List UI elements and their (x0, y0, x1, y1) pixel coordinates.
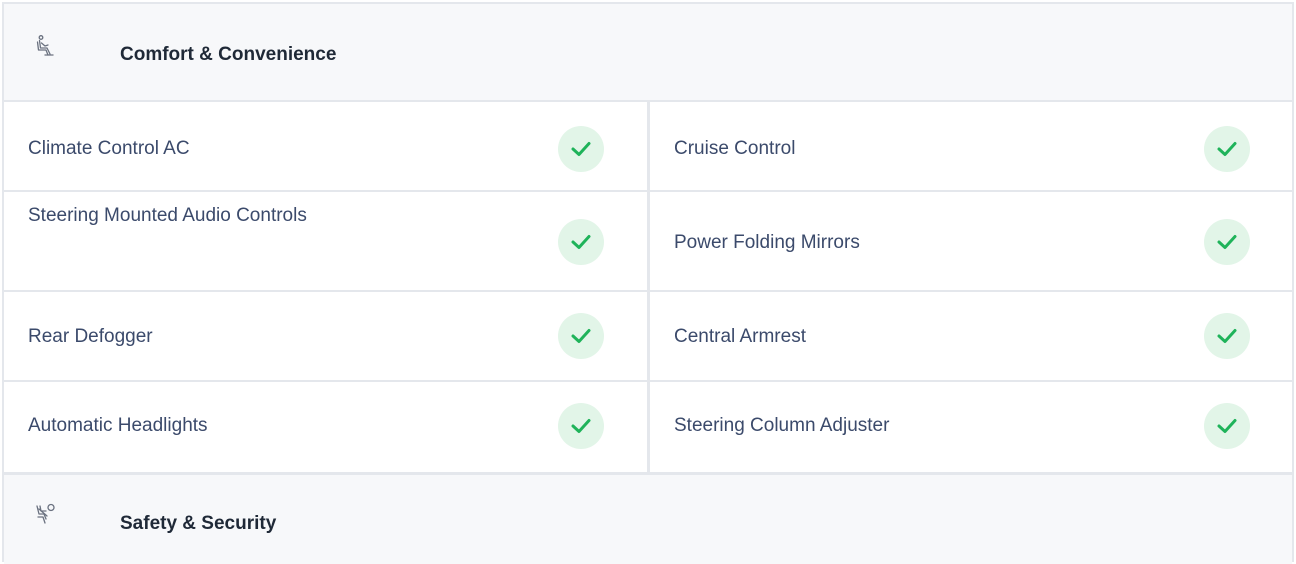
feature-label: Automatic Headlights (28, 415, 208, 436)
seat-icon (34, 34, 58, 58)
features-panel: Comfort & Convenience Climate Control AC… (2, 2, 1294, 564)
check-icon (558, 313, 604, 359)
feature-label: Steering Mounted Audio Controls (28, 205, 307, 226)
check-icon (1204, 403, 1250, 449)
check-icon (558, 126, 604, 172)
feature-label: Steering Column Adjuster (674, 415, 890, 436)
features-grid: Climate Control AC Steering Mounted Audi… (4, 102, 1292, 472)
check-icon (1204, 126, 1250, 172)
feature-item: Central Armrest (650, 292, 1292, 380)
check-icon (1204, 313, 1250, 359)
feature-label: Rear Defogger (28, 326, 153, 347)
feature-item: Climate Control AC (4, 102, 647, 190)
feature-item: Cruise Control (650, 102, 1292, 190)
section-title: Safety & Security (120, 513, 277, 534)
section-header-safety[interactable]: Safety & Security (4, 472, 1292, 564)
check-icon (558, 219, 604, 265)
feature-item: Steering Column Adjuster (650, 382, 1292, 472)
section-title: Comfort & Convenience (120, 44, 337, 65)
check-icon (558, 403, 604, 449)
feature-label: Climate Control AC (28, 138, 190, 159)
feature-item: Steering Mounted Audio Controls (4, 192, 647, 290)
feature-label: Central Armrest (674, 326, 806, 347)
feature-label: Power Folding Mirrors (674, 232, 860, 253)
feature-item: Automatic Headlights (4, 382, 647, 472)
feature-label: Cruise Control (674, 138, 796, 159)
section-header-comfort[interactable]: Comfort & Convenience (4, 4, 1292, 102)
feature-item: Rear Defogger (4, 292, 647, 380)
check-icon (1204, 219, 1250, 265)
feature-item: Power Folding Mirrors (650, 192, 1292, 290)
seatbelt-passenger-icon (34, 503, 58, 527)
